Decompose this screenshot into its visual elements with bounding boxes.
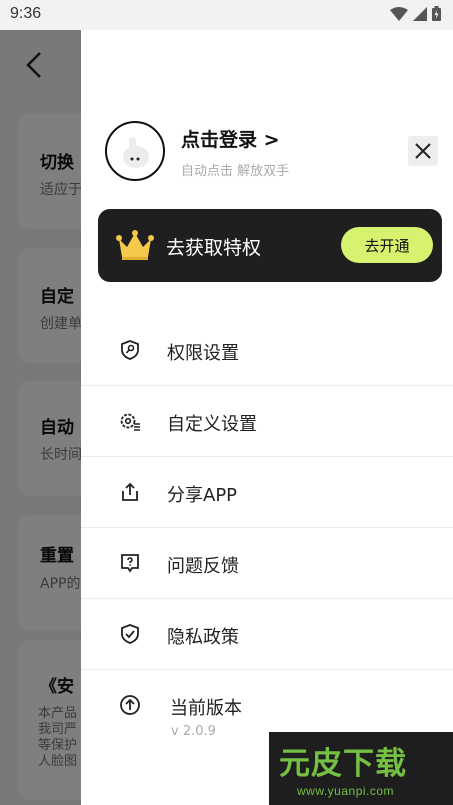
menu-item-custom-settings[interactable]: 自定义设置 <box>81 386 453 457</box>
menu-label: 隐私政策 <box>167 627 239 648</box>
hand-pointer-icon <box>123 137 149 168</box>
watermark: 元皮下载 www.yuanpi.com <box>269 732 453 805</box>
vip-banner[interactable]: 去获取特权 去开通 <box>98 209 442 282</box>
shield-key-icon <box>121 340 139 360</box>
menu-item-share[interactable]: 分享APP <box>81 457 453 528</box>
close-button[interactable] <box>408 136 438 166</box>
menu-label: 分享APP <box>167 485 238 506</box>
login-subtitle: 自动点击 解放双手 <box>181 164 290 179</box>
vip-text: 去获取特权 <box>166 237 262 259</box>
menu-item-feedback[interactable]: 问题反馈 <box>81 528 453 599</box>
shield-check-icon <box>121 624 139 644</box>
menu-label: 当前版本 <box>170 698 242 719</box>
share-icon <box>122 482 138 501</box>
version-number: v 2.0.9 <box>171 724 216 739</box>
wifi-icon <box>390 6 408 21</box>
battery-icon <box>432 6 441 21</box>
side-drawer: 点击登录 > 自动点击 解放双手 去获取特权 去开通 权限设置 自定义设置 分享… <box>81 30 453 805</box>
login-title[interactable]: 点击登录 > <box>181 125 280 152</box>
watermark-url: www.yuanpi.com <box>297 784 395 798</box>
status-time: 9:36 <box>10 5 42 22</box>
menu-item-permissions[interactable]: 权限设置 <box>81 315 453 386</box>
menu-label: 自定义设置 <box>167 414 257 435</box>
close-icon <box>415 143 431 159</box>
menu-item-privacy[interactable]: 隐私政策 <box>81 599 453 670</box>
menu-label: 权限设置 <box>167 343 239 364</box>
gear-list-icon <box>120 413 140 431</box>
status-icons <box>390 6 441 21</box>
status-bar: 9:36 <box>0 0 453 30</box>
signal-icon <box>413 6 427 21</box>
watermark-title: 元皮下载 <box>279 746 407 782</box>
crown-icon <box>116 230 154 260</box>
arrow-up-circle-icon <box>120 695 140 715</box>
question-chat-icon <box>121 554 139 573</box>
drawer-menu: 权限设置 自定义设置 分享APP 问题反馈 隐私政策 当前版本 v 2.0.9 <box>81 315 453 760</box>
menu-label: 问题反馈 <box>167 556 239 577</box>
avatar[interactable] <box>105 121 165 181</box>
activate-vip-button[interactable]: 去开通 <box>341 227 433 263</box>
